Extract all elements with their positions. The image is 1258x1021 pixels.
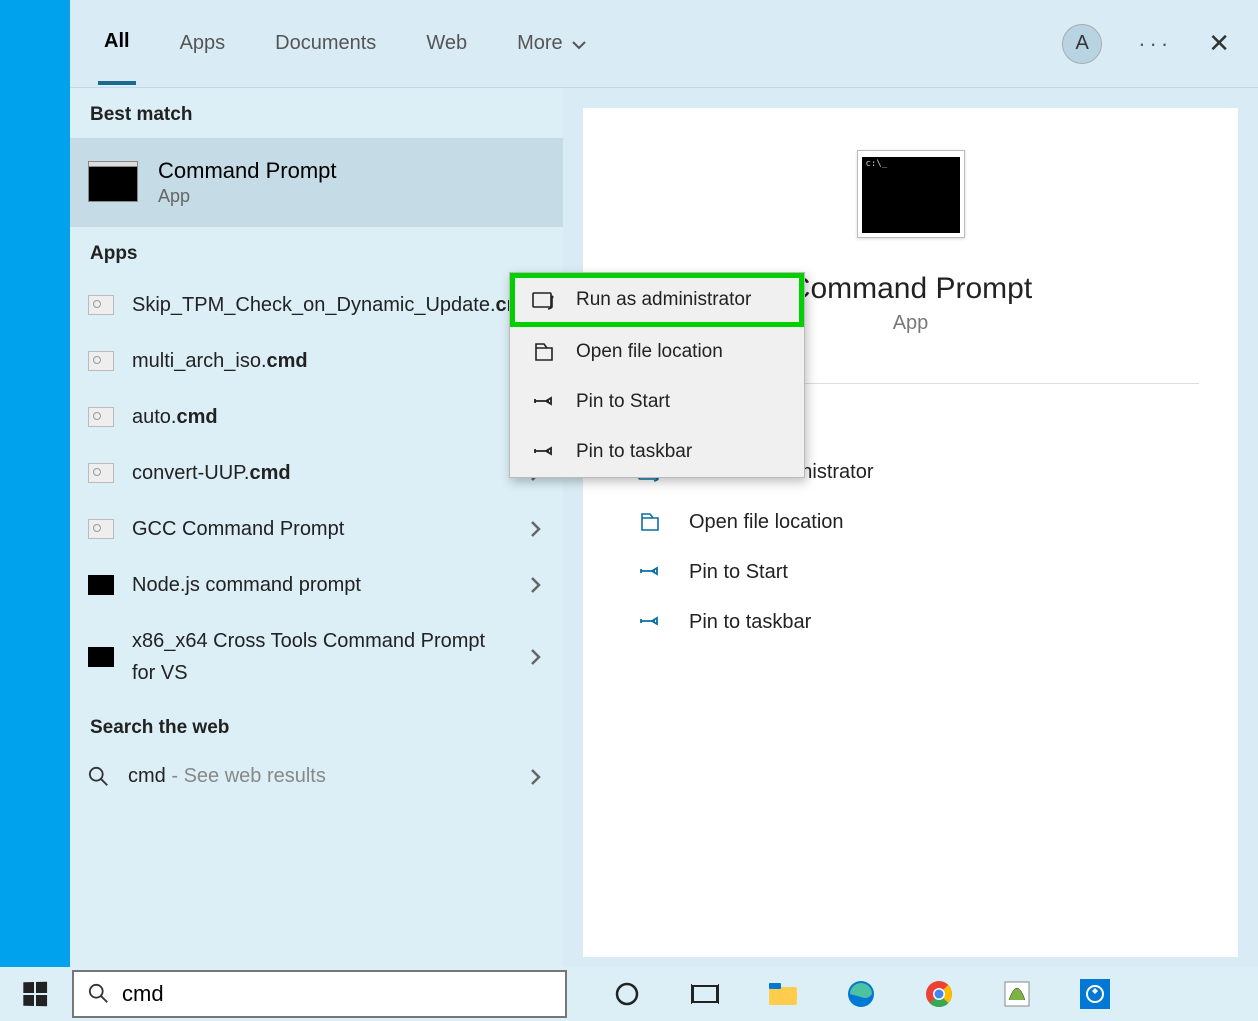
windows-logo-icon <box>23 982 47 1006</box>
pin-icon <box>638 611 664 633</box>
best-match-subtitle: App <box>158 186 337 207</box>
web-result-label: cmd - See web results <box>128 765 507 788</box>
context-menu-item[interactable]: Run as administrator <box>510 273 804 327</box>
cmd-icon <box>88 164 138 202</box>
avatar[interactable]: A <box>1062 24 1102 64</box>
preview-app-icon <box>857 150 965 238</box>
preview-pane: Command Prompt App Open Run as administr… <box>583 108 1238 957</box>
context-menu-item[interactable]: Open file location <box>510 327 804 377</box>
app-result[interactable]: Skip_TPM_Check_on_Dynamic_Update.cmd <box>70 277 563 333</box>
pin-icon <box>532 391 556 413</box>
start-search-panel: All Apps Documents Web More A ··· ✕ Best… <box>70 0 1258 967</box>
best-match-result[interactable]: Command Prompt App <box>70 138 563 227</box>
taskbar-app-icon[interactable] <box>1079 978 1111 1010</box>
tab-all[interactable]: All <box>98 2 136 85</box>
section-apps: Apps <box>70 227 563 277</box>
cmd-icon <box>88 575 114 595</box>
taskbar-explorer-icon[interactable] <box>767 978 799 1010</box>
tab-more[interactable]: More <box>511 4 593 83</box>
context-menu-item[interactable]: Pin to taskbar <box>510 427 804 477</box>
pin-icon <box>638 561 664 583</box>
script-icon <box>88 519 114 539</box>
folder-icon <box>638 511 664 533</box>
context-menu: Run as administrator Open file location … <box>509 272 805 478</box>
section-web: Search the web <box>70 701 563 751</box>
taskbar-search-box[interactable] <box>72 970 567 1018</box>
preview-action-label: Pin to Start <box>689 561 788 584</box>
tab-more-label: More <box>517 32 563 55</box>
tab-bar: All Apps Documents Web More A ··· ✕ <box>70 0 1258 88</box>
web-result[interactable]: cmd - See web results <box>70 751 563 802</box>
context-menu-label: Open file location <box>576 341 723 363</box>
app-result[interactable]: auto.cmd <box>70 389 563 445</box>
folder-icon <box>532 341 556 363</box>
chevron-right-icon <box>525 646 545 668</box>
app-result[interactable]: GCC Command Prompt <box>70 501 563 557</box>
app-result-label: Skip_TPM_Check_on_Dynamic_Update.cmd <box>132 289 537 321</box>
script-icon <box>88 407 114 427</box>
preview-subtitle: App <box>893 312 929 335</box>
app-result-label: x86_x64 Cross Tools Command Prompt for V… <box>132 625 507 689</box>
script-icon <box>88 351 114 371</box>
app-result[interactable]: convert-UUP.cmd <box>70 445 563 501</box>
context-menu-item[interactable]: Pin to Start <box>510 377 804 427</box>
search-icon <box>88 766 110 788</box>
context-menu-label: Run as administrator <box>576 289 751 311</box>
taskbar-chrome-icon[interactable] <box>923 978 955 1010</box>
search-input[interactable] <box>122 981 551 1007</box>
chevron-down-icon <box>569 35 587 53</box>
chevron-right-icon <box>525 518 545 540</box>
app-result-label: auto.cmd <box>132 401 507 433</box>
app-result-label: convert-UUP.cmd <box>132 457 507 489</box>
app-result[interactable]: multi_arch_iso.cmd <box>70 333 563 389</box>
app-result-label: Node.js command prompt <box>132 569 507 601</box>
chevron-right-icon <box>525 766 545 788</box>
taskbar <box>0 967 1258 1021</box>
pin-icon <box>532 441 556 463</box>
app-result-label: multi_arch_iso.cmd <box>132 345 507 377</box>
best-match-title: Command Prompt <box>158 158 337 184</box>
taskbar-notepadpp-icon[interactable] <box>1001 978 1033 1010</box>
results-column: Best match Command Prompt App Apps Skip_… <box>70 88 563 967</box>
app-result[interactable]: Node.js command prompt <box>70 557 563 613</box>
admin-icon <box>532 289 556 311</box>
preview-action-label: Open file location <box>689 511 844 534</box>
preview-action[interactable]: Pin to Start <box>637 560 1184 584</box>
preview-action-label: Pin to taskbar <box>689 611 811 634</box>
script-icon <box>88 295 114 315</box>
section-best-match: Best match <box>70 88 563 138</box>
context-menu-label: Pin to Start <box>576 391 670 413</box>
context-menu-label: Pin to taskbar <box>576 441 692 463</box>
tab-web[interactable]: Web <box>420 4 473 83</box>
tab-documents[interactable]: Documents <box>269 4 382 83</box>
preview-action[interactable]: Open file location <box>637 510 1184 534</box>
app-result-label: GCC Command Prompt <box>132 513 507 545</box>
chevron-right-icon <box>525 574 545 596</box>
taskbar-taskview-icon[interactable] <box>689 978 721 1010</box>
start-button[interactable] <box>0 967 70 1021</box>
script-icon <box>88 463 114 483</box>
app-result[interactable]: x86_x64 Cross Tools Command Prompt for V… <box>70 613 563 701</box>
taskbar-edge-icon[interactable] <box>845 978 877 1010</box>
preview-title: Command Prompt <box>789 272 1032 306</box>
options-button[interactable]: ··· <box>1138 31 1172 57</box>
taskbar-cortana-icon[interactable] <box>611 978 643 1010</box>
close-button[interactable]: ✕ <box>1208 28 1230 59</box>
preview-action[interactable]: Pin to taskbar <box>637 610 1184 634</box>
search-icon <box>88 983 110 1005</box>
tab-apps[interactable]: Apps <box>174 4 232 83</box>
cmd-icon <box>88 647 114 667</box>
